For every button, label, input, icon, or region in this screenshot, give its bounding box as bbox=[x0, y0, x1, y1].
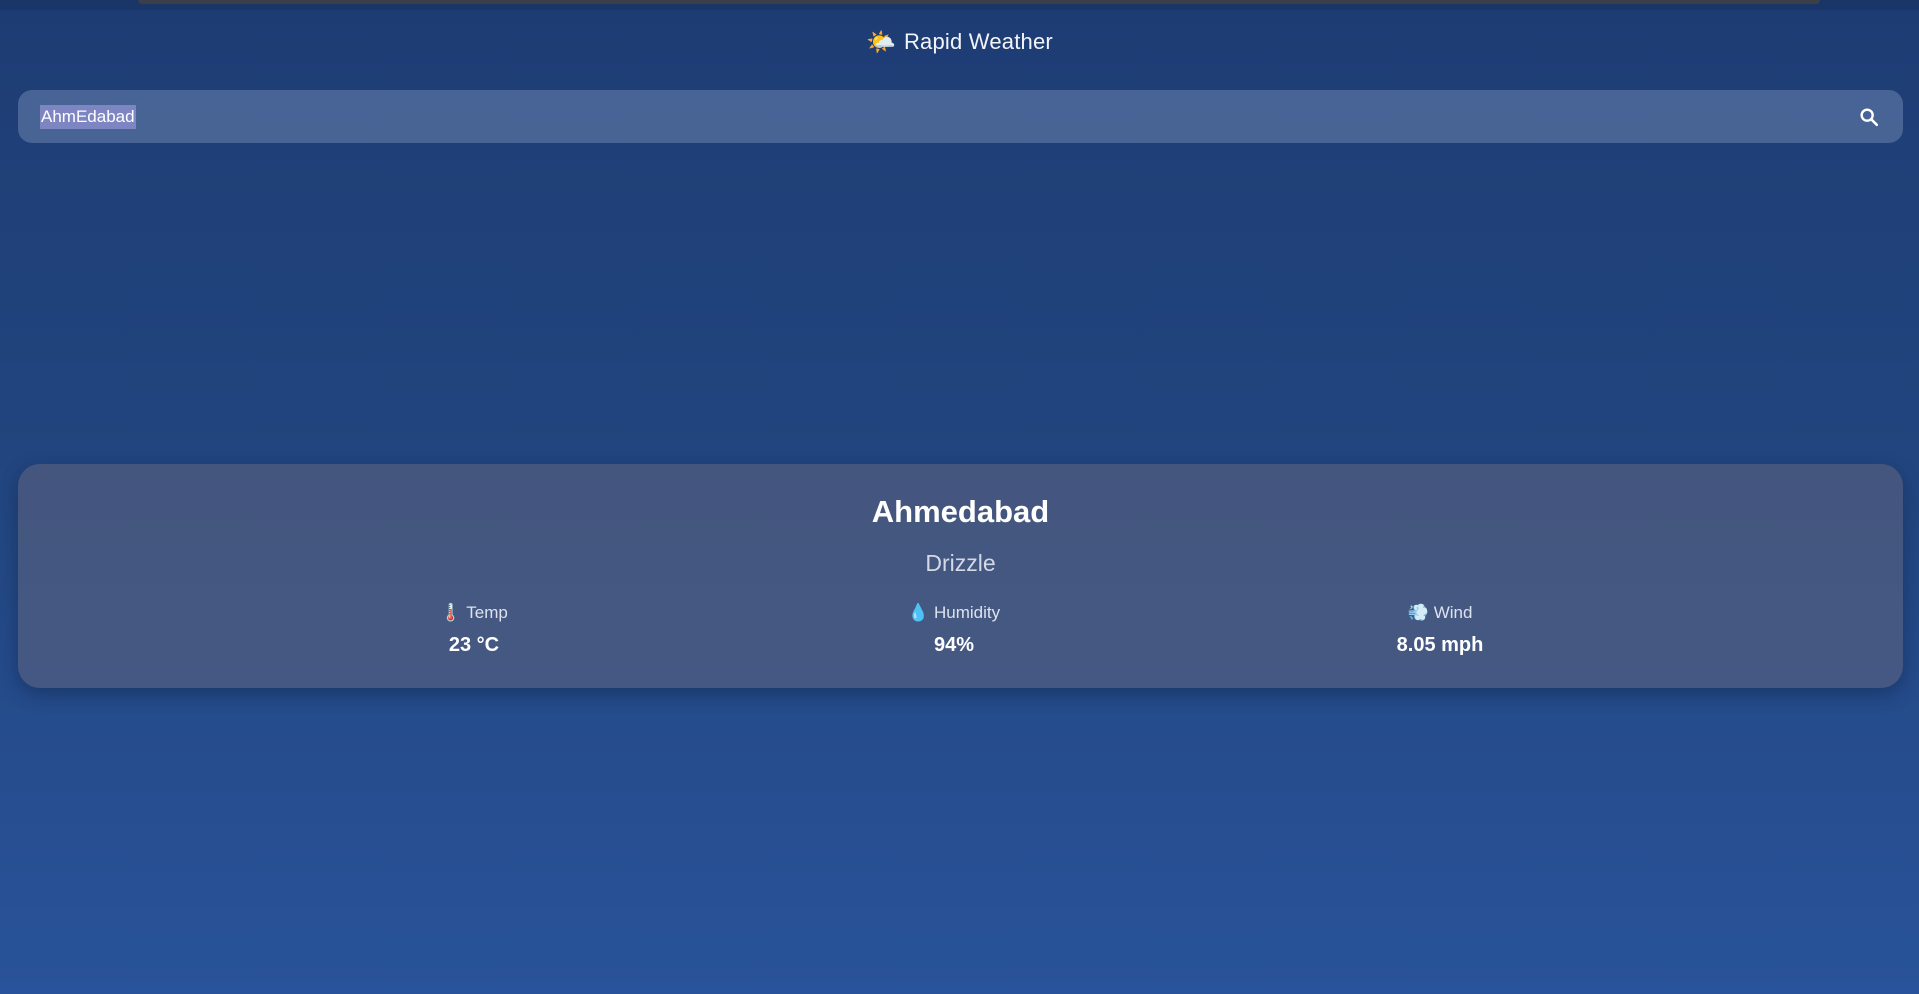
app-header: 🌤️ Rapid Weather bbox=[0, 22, 1919, 62]
thermometer-icon: 🌡️ bbox=[440, 602, 462, 623]
sun-behind-cloud-icon: 🌤️ bbox=[866, 28, 896, 56]
stat-wind-label: Wind bbox=[1433, 603, 1473, 622]
search-bar: AhmEdabad bbox=[18, 90, 1903, 143]
search-icon bbox=[1860, 107, 1879, 126]
weather-card: Ahmedabad Drizzle 🌡️ Temp 23 °C 💧 Humidi… bbox=[18, 464, 1903, 688]
city-name: Ahmedabad bbox=[871, 494, 1050, 529]
browser-top-strip bbox=[0, 0, 1919, 10]
stat-humidity: 💧 Humidity 94% bbox=[834, 602, 1074, 657]
weather-condition: Drizzle bbox=[925, 550, 996, 576]
stat-temp-value: 23 °C bbox=[448, 634, 500, 656]
wind-icon: 💨 bbox=[1407, 602, 1429, 623]
search-button[interactable] bbox=[1855, 103, 1883, 131]
search-input[interactable]: AhmEdabad bbox=[40, 102, 1855, 132]
stat-wind: 💨 Wind 8.05 mph bbox=[1320, 602, 1560, 657]
search-input-value: AhmEdabad bbox=[40, 104, 136, 129]
stat-wind-value: 8.05 mph bbox=[1396, 634, 1484, 656]
app-title: Rapid Weather bbox=[903, 29, 1053, 54]
stat-humidity-value: 94% bbox=[933, 634, 975, 656]
stat-humidity-label: Humidity bbox=[934, 603, 1001, 622]
browser-top-bar bbox=[138, 0, 1820, 4]
stat-temp-label: Temp bbox=[466, 603, 508, 622]
droplet-icon: 💧 bbox=[907, 602, 930, 623]
stat-temp: 🌡️ Temp 23 °C bbox=[354, 602, 594, 657]
